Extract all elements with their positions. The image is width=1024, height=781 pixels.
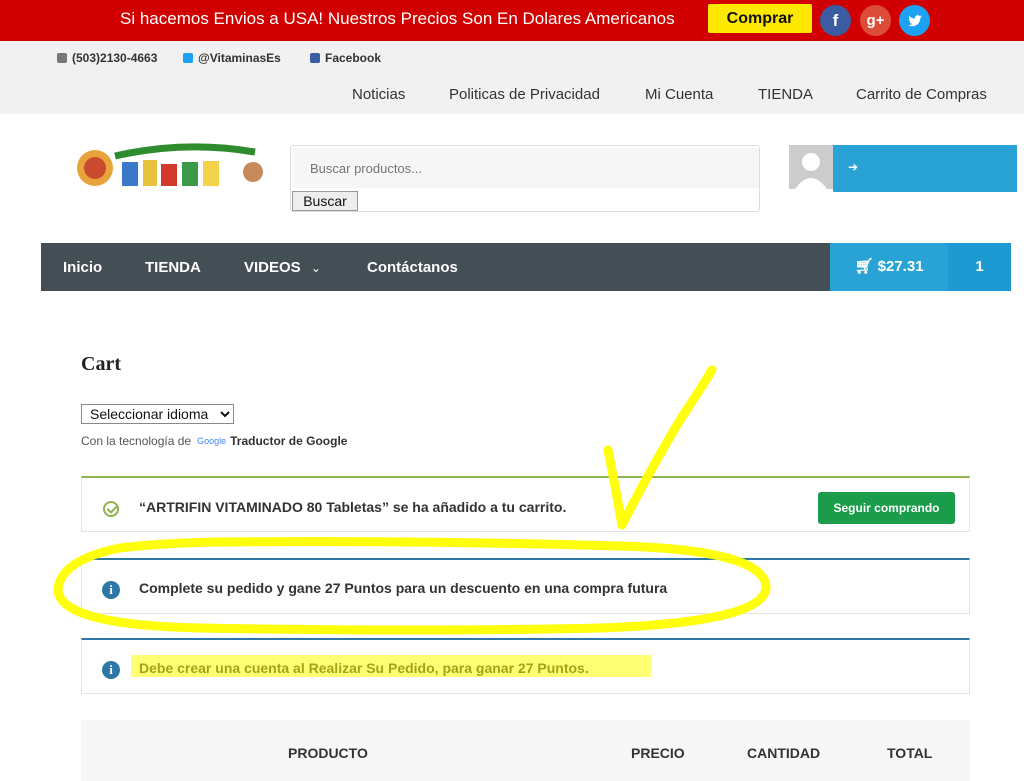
facebook-icon[interactable]: f	[820, 5, 851, 36]
added-to-cart-notice: “ARTRIFIN VITAMINADO 80 Tabletas” se ha …	[81, 476, 970, 532]
account-message: Debe crear una cuenta al Realizar Su Ped…	[139, 660, 589, 676]
nav-inicio[interactable]: Inicio	[63, 259, 102, 276]
promo-bar: Si hacemos Envios a USA! Nuestros Precio…	[0, 0, 1024, 41]
check-circle-icon	[103, 501, 119, 517]
topnav-carrito[interactable]: Carrito de Compras	[856, 86, 987, 103]
search-input[interactable]	[293, 148, 759, 188]
login-panel[interactable]: ➔	[833, 145, 1017, 192]
cart-count-badge[interactable]: 1	[948, 243, 1011, 291]
col-producto: PRODUCTO	[288, 745, 368, 761]
nav-tienda[interactable]: TIENDA	[145, 259, 201, 276]
translate-link[interactable]: Traductor de Google	[230, 434, 347, 448]
account-notice: i Debe crear una cuenta al Realizar Su P…	[81, 638, 970, 694]
search-box: Buscar	[290, 145, 760, 212]
main-nav: Inicio TIENDA VIDEOS ⌄ Contáctanos 🛒︎ $2…	[41, 243, 1011, 291]
topnav-privacidad[interactable]: Politicas de Privacidad	[449, 86, 600, 103]
phone-contact[interactable]: (503)2130-4663	[57, 51, 157, 65]
added-message: “ARTRIFIN VITAMINADO 80 Tabletas” se ha …	[139, 499, 567, 515]
avatar[interactable]	[789, 145, 833, 189]
twitter-icon[interactable]	[899, 5, 930, 36]
promo-text: Si hacemos Envios a USA! Nuestros Precio…	[120, 9, 675, 28]
site-logo[interactable]	[75, 142, 265, 190]
search-button[interactable]: Buscar	[292, 191, 358, 211]
powered-by-text: Con la tecnología de	[81, 434, 192, 448]
google-plus-icon[interactable]: g+	[860, 5, 891, 36]
info-icon: i	[102, 581, 120, 599]
facebook-text: Facebook	[325, 51, 382, 65]
buy-button[interactable]: Comprar	[708, 4, 812, 33]
facebook-small-icon	[310, 53, 320, 63]
nav-videos[interactable]: VIDEOS ⌄	[244, 259, 321, 276]
cart-icon: 🛒︎	[854, 258, 874, 275]
cart-table-header: PRODUCTO PRECIO CANTIDAD TOTAL	[81, 720, 970, 781]
col-precio: PRECIO	[631, 745, 685, 761]
topnav-noticias[interactable]: Noticias	[352, 86, 405, 103]
cart-total-button[interactable]: 🛒︎ $27.31	[830, 243, 948, 291]
twitter-handle: @VitaminasEs	[198, 51, 281, 65]
twitter-contact[interactable]: @VitaminasEs	[183, 51, 281, 65]
info-bar: (503)2130-4663 @VitaminasEs Facebook Not…	[0, 41, 1024, 114]
topnav-mi-cuenta[interactable]: Mi Cuenta	[645, 86, 713, 103]
phone-icon	[57, 53, 67, 63]
phone-text: (503)2130-4663	[72, 51, 158, 65]
continue-shopping-button[interactable]: Seguir comprando	[818, 492, 955, 524]
google-logo: Google	[197, 436, 227, 446]
col-cantidad: CANTIDAD	[747, 745, 821, 761]
twitter-small-icon	[183, 53, 193, 63]
facebook-contact[interactable]: Facebook	[310, 51, 381, 65]
col-total: TOTAL	[887, 745, 933, 761]
nav-contactanos[interactable]: Contáctanos	[367, 259, 458, 276]
cart-total-value: $27.31	[877, 258, 924, 275]
info-icon: i	[102, 661, 120, 679]
login-icon: ➔	[848, 160, 859, 174]
google-translate-credit: Con la tecnología de Google Traductor de…	[81, 434, 347, 448]
points-message: Complete su pedido y gane 27 Puntos para…	[139, 580, 668, 596]
language-select[interactable]: Seleccionar idioma	[81, 404, 234, 424]
page-title: Cart	[81, 353, 121, 375]
nav-videos-label: VIDEOS	[244, 259, 301, 276]
chevron-down-icon: ⌄	[310, 261, 321, 275]
topnav-tienda[interactable]: TIENDA	[758, 86, 813, 103]
points-notice: i Complete su pedido y gane 27 Puntos pa…	[81, 558, 970, 614]
